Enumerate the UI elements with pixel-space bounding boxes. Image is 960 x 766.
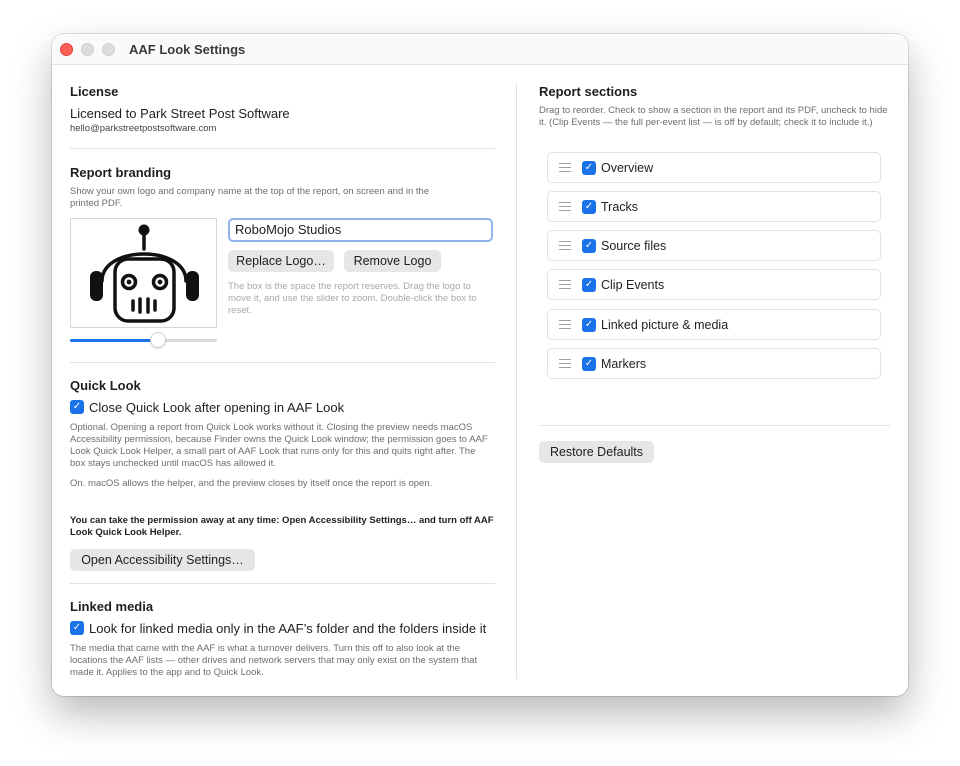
license-heading: License [70,84,119,99]
section-label: Markers [601,357,647,371]
license-email: hello@parkstreetpostsoftware.com [70,123,217,134]
section-checkbox[interactable]: ✓ [582,161,596,175]
section-checkbox[interactable]: ✓ [582,239,596,253]
quick-look-heading: Quick Look [70,378,141,393]
section-label: Source files [601,239,667,253]
minimize-window-button[interactable] [81,43,94,56]
branding-description: Show your own logo and company name at t… [70,186,430,209]
quick-look-explanation: Optional. Opening a report from Quick Lo… [70,422,488,469]
quick-look-status: On. macOS allows the helper, and the pre… [70,478,433,489]
left-column: License Licensed to Park Street Post Sof… [70,65,495,695]
window-title: AAF Look Settings [129,42,246,57]
title-bar: AAF Look Settings [52,34,908,65]
permission-note: You can take the permission away at any … [70,515,494,538]
report-sections-description: Drag to reorder. Check to show a section… [539,105,888,128]
open-accessibility-settings-button[interactable]: Open Accessibility Settings… [70,549,255,571]
section-label: Overview [601,161,654,175]
section-row-linked-picture-media[interactable]: ✓ Linked picture & media [547,309,881,340]
report-sections-heading: Report sections [539,84,638,99]
column-divider [516,84,517,679]
section-checkbox[interactable]: ✓ [582,200,596,214]
drag-handle-icon[interactable] [559,241,571,250]
section-checkbox[interactable]: ✓ [582,357,596,371]
close-quick-look-label: Close Quick Look after opening in AAF Lo… [89,400,345,415]
drag-handle-icon[interactable] [559,320,571,329]
logo-drop-box[interactable] [70,218,217,328]
drag-handle-icon[interactable] [559,280,571,289]
close-window-button[interactable] [60,43,73,56]
section-row-source-files[interactable]: ✓ Source files [547,230,881,261]
remove-logo-button[interactable]: Remove Logo [344,250,441,272]
zoom-slider-thumb[interactable] [151,333,166,347]
section-label: Clip Events [601,278,665,292]
settings-window: AAF Look Settings License Licensed to Pa… [52,34,908,696]
licensee-text: Licensed to Park Street Post Software [70,106,290,121]
section-checkbox[interactable]: ✓ [582,278,596,292]
linked-media-label: Look for linked media only in the AAF’s … [89,621,487,636]
restore-defaults-button[interactable]: Restore Defaults [539,441,654,463]
linked-media-checkbox[interactable]: ✓ [70,621,84,635]
divider [539,425,890,426]
linked-media-heading: Linked media [70,599,154,614]
right-column: Report sections Drag to reorder. Check t… [539,65,891,695]
zoom-slider-fill [70,339,159,342]
zoom-window-button[interactable] [102,43,115,56]
section-row-tracks[interactable]: ✓ Tracks [547,191,881,222]
section-label: Tracks [601,200,639,214]
drag-handle-icon[interactable] [559,359,571,368]
section-label: Linked picture & media [601,318,729,332]
divider [70,362,495,363]
section-row-clip-events[interactable]: ✓ Clip Events [547,269,881,300]
divider [70,148,495,149]
drag-handle-icon[interactable] [559,202,571,211]
replace-logo-button[interactable]: Replace Logo… [228,250,334,272]
company-name-input[interactable]: RoboMojo Studios [228,218,493,242]
robot-logo-icon [90,224,199,323]
section-row-markers[interactable]: ✓ Markers [547,348,881,379]
section-row-overview[interactable]: ✓ Overview [547,152,881,183]
section-checkbox[interactable]: ✓ [582,318,596,332]
divider [70,583,495,584]
close-quick-look-checkbox[interactable]: ✓ [70,400,84,414]
drag-handle-icon[interactable] [559,163,571,172]
branding-heading: Report branding [70,165,172,180]
logo-box-hint: The box is the space the report reserves… [228,281,477,316]
zoom-slider[interactable] [70,339,217,342]
linked-media-explanation: The media that came with the AAF is what… [70,643,478,678]
